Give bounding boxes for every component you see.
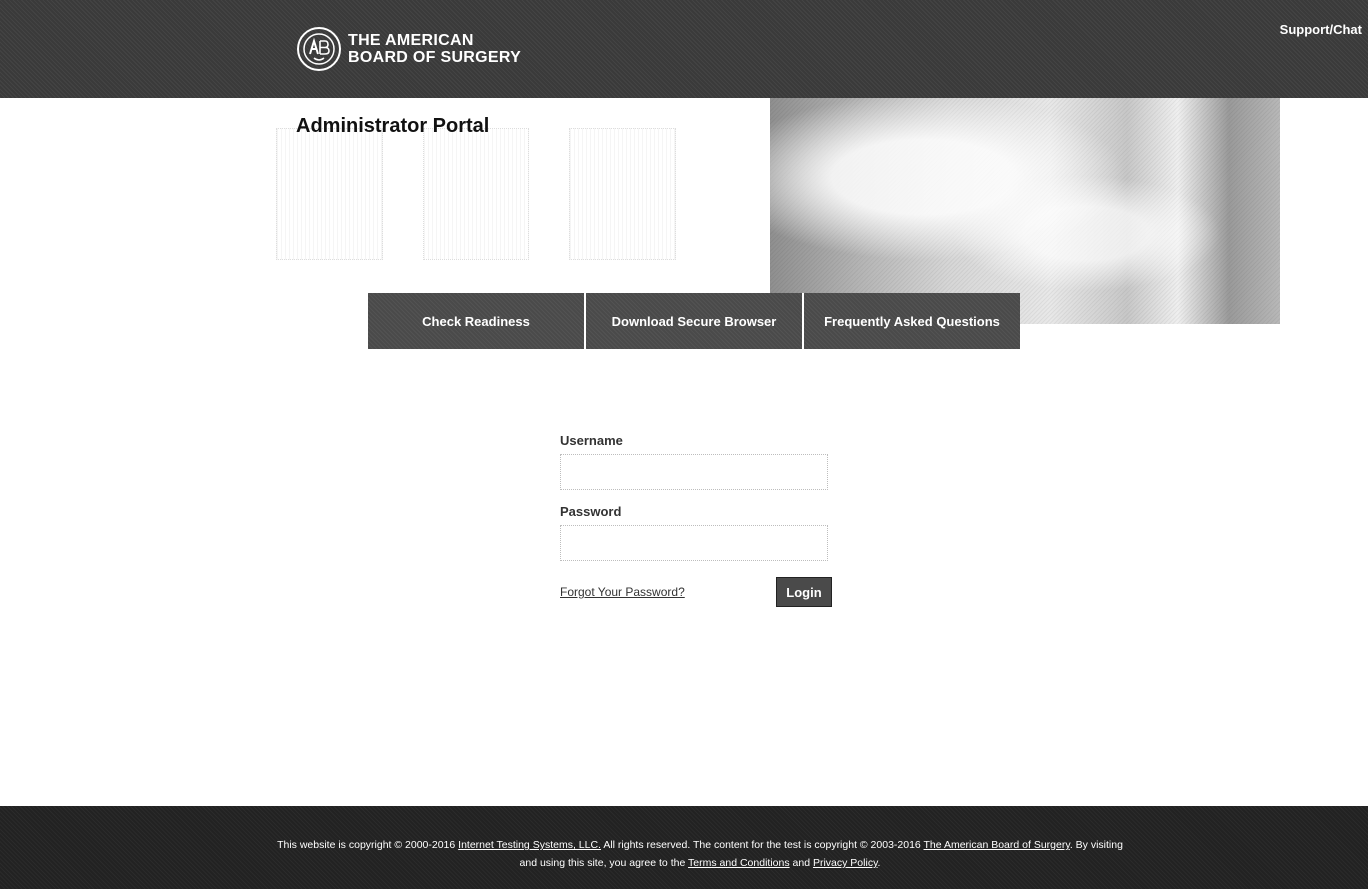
terms-link[interactable]: Terms and Conditions: [688, 857, 790, 869]
watermark-block: [569, 128, 677, 260]
watermark-block: [422, 128, 530, 260]
support-chat-link[interactable]: Support/Chat: [1280, 22, 1362, 37]
faq-button[interactable]: Frequently Asked Questions: [804, 293, 1020, 349]
nav-button-bar: Check Readiness Download Secure Browser …: [368, 293, 1020, 349]
footer-text-1: This website is copyright © 2000-2016: [277, 839, 456, 851]
banner-photo: [770, 98, 1280, 324]
header-bar: THE AMERICAN BOARD OF SURGERY Support/Ch…: [0, 0, 1368, 98]
login-actions: Forgot Your Password? Login: [560, 577, 832, 607]
banner-watermark: [276, 128, 677, 260]
abs-link[interactable]: The American Board of Surgery: [924, 839, 1070, 851]
username-label: Username: [560, 433, 623, 448]
logo-line1: THE AMERICAN: [348, 32, 474, 49]
logo-line2: BOARD OF SURGERY: [348, 49, 522, 66]
privacy-link[interactable]: Privacy Policy: [813, 857, 878, 869]
page-title: Administrator Portal: [296, 115, 490, 137]
download-secure-browser-button[interactable]: Download Secure Browser: [586, 293, 804, 349]
check-readiness-button[interactable]: Check Readiness: [368, 293, 586, 349]
page: THE AMERICAN BOARD OF SURGERY Support/Ch…: [0, 0, 1368, 889]
forgot-password-link[interactable]: Forgot Your Password?: [560, 585, 685, 599]
its-link[interactable]: Internet Testing Systems, LLC.: [458, 839, 601, 851]
footer-text-2: All rights reserved. The content for the…: [603, 839, 921, 851]
username-field[interactable]: [560, 454, 828, 490]
logo-text: THE AMERICAN BOARD OF SURGERY: [348, 32, 521, 66]
password-label: Password: [560, 504, 622, 519]
footer-copyright: This website is copyright © 2000-2016 In…: [270, 836, 1130, 872]
footer-text-5: .: [877, 857, 881, 869]
watermark-block: [276, 128, 383, 260]
logo[interactable]: THE AMERICAN BOARD OF SURGERY: [296, 24, 521, 74]
login-button[interactable]: Login: [776, 577, 832, 607]
login-form: Username Password Forgot Your Password? …: [560, 433, 832, 607]
footer-text-4: and: [792, 857, 811, 869]
footer: This website is copyright © 2000-2016 In…: [0, 806, 1368, 889]
abs-seal-icon: [297, 27, 341, 71]
password-field[interactable]: [560, 525, 828, 561]
